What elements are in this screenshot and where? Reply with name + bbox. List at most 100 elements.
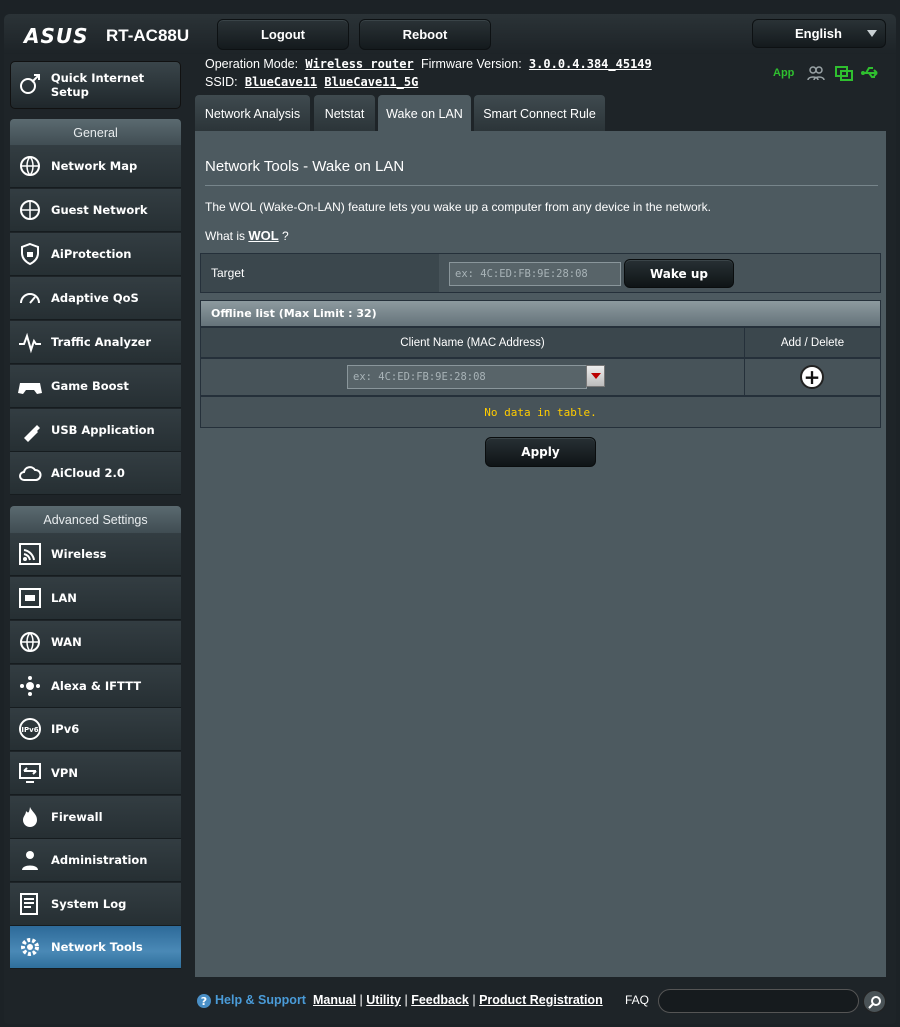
sidebar-item-aiprotection[interactable]: AiProtection — [10, 233, 181, 276]
sidebar-item-wireless[interactable]: Wireless — [10, 533, 181, 576]
op-mode-label: Operation Mode: — [205, 57, 299, 71]
tab-netstat[interactable]: Netstat — [314, 95, 375, 132]
ssid-link-2[interactable]: BlueCave11_5G — [324, 75, 418, 89]
sidebar-item-adaptive-qos[interactable]: Adaptive QoS — [10, 277, 181, 320]
column-client-name: Client Name (MAC Address) — [200, 327, 745, 358]
manual-link[interactable]: Manual — [313, 993, 356, 1007]
sidebar-item-vpn[interactable]: VPN — [10, 752, 181, 795]
sidebar-item-ipv6[interactable]: IPv6 IPv6 — [10, 708, 181, 751]
sidebar-item-label: Network Tools — [51, 940, 143, 954]
sidebar-item-label: IPv6 — [51, 722, 80, 736]
sidebar-item-label: Alexa & IFTTT — [51, 679, 142, 693]
title-divider — [205, 185, 878, 186]
sidebar-item-label: Wireless — [51, 547, 107, 561]
language-value: English — [795, 26, 842, 41]
sidebar-item-label: LAN — [51, 591, 77, 605]
app-link[interactable]: App — [773, 67, 794, 79]
sidebar-item-label: Guest Network — [51, 203, 148, 217]
target-mac-input[interactable]: ex: 4C:ED:FB:9E:28:08 — [449, 262, 621, 286]
feedback-link[interactable]: Feedback — [411, 993, 469, 1007]
utility-link[interactable]: Utility — [366, 993, 401, 1007]
usb-status-icon[interactable] — [861, 64, 881, 82]
column-add-delete: Add / Delete — [744, 327, 881, 358]
product-registration-link[interactable]: Product Registration — [479, 993, 603, 1007]
ssid-label: SSID: — [205, 75, 238, 89]
clients-icon[interactable] — [806, 64, 826, 82]
sidebar-item-usb-application[interactable]: USB Application — [10, 409, 181, 452]
tab-network-analysis[interactable]: Network Analysis — [195, 95, 310, 132]
reboot-button[interactable]: Reboot — [359, 19, 491, 50]
sidebar-item-label: USB Application — [51, 423, 155, 437]
wol-description: The WOL (Wake-On-LAN) feature lets you w… — [205, 200, 711, 214]
client-mac-input[interactable]: ex: 4C:ED:FB:9E:28:08 — [347, 365, 587, 389]
op-mode-link[interactable]: Wireless router — [305, 57, 413, 71]
network-map-icon — [17, 153, 43, 179]
page-title: Network Tools - Wake on LAN — [205, 158, 405, 175]
admin-user-icon — [17, 847, 43, 873]
sidebar-item-system-log[interactable]: System Log — [10, 883, 181, 926]
sidebar-item-aicloud[interactable]: AiCloud 2.0 — [10, 452, 181, 495]
sidebar-item-lan[interactable]: LAN — [10, 577, 181, 620]
sidebar-item-firewall[interactable]: Firewall — [10, 796, 181, 839]
sidebar-item-label: Administration — [51, 853, 148, 867]
asus-logo: ASUS — [24, 24, 89, 48]
wol-help-link[interactable]: WOL — [248, 228, 278, 243]
gauge-icon — [17, 285, 43, 311]
status-op-mode: Operation Mode: Wireless router Firmware… — [205, 57, 652, 71]
logout-button[interactable]: Logout — [217, 19, 349, 50]
sidebar-item-label: Traffic Analyzer — [51, 335, 152, 349]
sidebar-item-wan[interactable]: WAN — [10, 621, 181, 664]
ssid-link-1[interactable]: BlueCave11 — [245, 75, 317, 89]
fire-icon — [17, 804, 43, 830]
add-client-button[interactable]: + — [800, 365, 824, 389]
whatis-suffix: ? — [282, 229, 289, 243]
wake-up-button[interactable]: Wake up — [624, 259, 734, 288]
sidebar-item-guest-network[interactable]: Guest Network — [10, 189, 181, 232]
sidebar-item-alexa-ifttt[interactable]: Alexa & IFTTT — [10, 665, 181, 708]
wan-globe-icon — [17, 629, 43, 655]
faq-label: FAQ — [625, 993, 650, 1007]
footer-links: Manual | Utility | Feedback | Product Re… — [313, 993, 603, 1007]
target-label: Target — [201, 254, 439, 292]
no-data-message: No data in table. — [200, 396, 881, 428]
sidebar-item-label: VPN — [51, 766, 78, 780]
language-select[interactable]: English — [752, 19, 886, 48]
help-question-icon: ? — [197, 994, 211, 1008]
sidebar-item-label: Game Boost — [51, 379, 129, 393]
offline-list-heading: Offline list (Max Limit : 32) — [200, 300, 881, 327]
chevron-down-icon — [867, 30, 877, 37]
status-ssid: SSID: BlueCave11 BlueCave11_5G — [205, 75, 418, 89]
svg-text:IPv6: IPv6 — [21, 726, 38, 734]
sidebar-item-administration[interactable]: Administration — [10, 839, 181, 882]
sidebar-item-label: System Log — [51, 897, 127, 911]
sidebar-item-network-tools[interactable]: Network Tools — [10, 926, 181, 969]
sidebar-item-game-boost[interactable]: Game Boost — [10, 365, 181, 408]
vpn-icon — [17, 760, 43, 786]
ipv6-icon: IPv6 — [17, 716, 43, 742]
log-icon — [17, 891, 43, 917]
qis-label: Quick Internet Setup — [50, 71, 145, 99]
sidebar-item-traffic-analyzer[interactable]: Traffic Analyzer — [10, 321, 181, 364]
cloud-icon — [17, 460, 43, 486]
alexa-icon — [17, 673, 43, 699]
firmware-label: Firmware Version: — [420, 57, 522, 71]
sidebar-item-label: AiCloud 2.0 — [51, 466, 125, 480]
quick-internet-setup-button[interactable]: Quick Internet Setup — [10, 61, 181, 109]
internet-status-icon[interactable] — [834, 64, 854, 82]
gamepad-icon — [17, 373, 43, 399]
tab-smart-connect-rule[interactable]: Smart Connect Rule — [474, 95, 605, 132]
sidebar-item-label: Network Map — [51, 159, 138, 173]
whatis-prefix: What is — [205, 229, 246, 243]
apply-button[interactable]: Apply — [485, 437, 596, 467]
search-icon[interactable] — [863, 990, 886, 1013]
what-is-wol: What is WOL ? — [205, 228, 289, 243]
sidebar-item-label: WAN — [51, 635, 82, 649]
faq-search-input[interactable] — [658, 989, 859, 1013]
firmware-link[interactable]: 3.0.0.4.384_45149 — [529, 57, 652, 71]
tab-wake-on-lan[interactable]: Wake on LAN — [378, 95, 471, 132]
sidebar-item-label: Firewall — [51, 810, 103, 824]
general-heading: General — [10, 119, 181, 147]
client-dropdown-arrow-icon[interactable] — [586, 365, 605, 387]
help-support-label: Help & Support — [215, 993, 306, 1007]
sidebar-item-network-map[interactable]: Network Map — [10, 145, 181, 188]
